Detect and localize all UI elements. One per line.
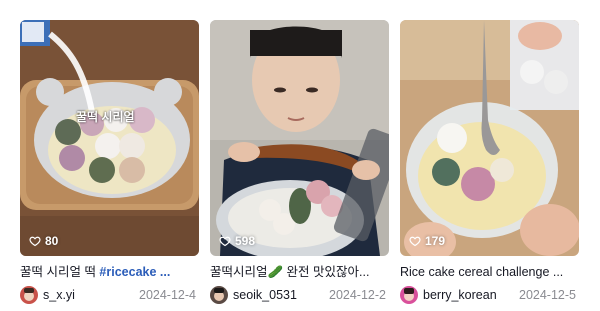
post-date-1: 2024-12-4	[139, 288, 196, 302]
video-thumbnail-1[interactable]: 꿀떡 시리얼 80	[20, 20, 199, 256]
video-caption-1[interactable]: 꿀떡 시리얼 떡 #ricecake ...	[20, 264, 199, 280]
likes-value-3: 179	[425, 234, 446, 248]
avatar-image-2	[210, 286, 228, 304]
heart-outline-icon	[219, 236, 231, 247]
video-meta-2: seoik_0531 2024-12-2	[210, 286, 389, 304]
author-name-2[interactable]: seoik_0531	[233, 288, 297, 302]
video-card-3[interactable]: 179 Rice cake cereal challenge ... berry…	[400, 20, 579, 304]
video-meta-3: berry_korean 2024-12-5	[400, 286, 579, 304]
likes-count-1: 80	[29, 234, 58, 248]
thumbnail-image-2	[210, 20, 389, 256]
heart-outline-icon	[29, 236, 41, 247]
likes-count-3: 179	[409, 234, 445, 248]
thumbnail-image-1	[20, 20, 199, 256]
hashtag-link-1[interactable]: #ricecake ...	[99, 265, 170, 279]
author-name-1[interactable]: s_x.yi	[43, 288, 75, 302]
avatar-image-3	[400, 286, 418, 304]
post-date-3: 2024-12-5	[519, 288, 576, 302]
video-card-2[interactable]: 598 꿀떡시리얼🥒 완전 맛있잖아... seoik_0531 2024-12…	[210, 20, 389, 304]
post-date-2: 2024-12-2	[329, 288, 386, 302]
video-grid: 꿀떡 시리얼 80 꿀떡 시리얼 떡 #ricecake ... s_x.yi …	[20, 20, 579, 304]
video-caption-3[interactable]: Rice cake cereal challenge ...	[400, 264, 579, 280]
video-thumbnail-3[interactable]: 179	[400, 20, 579, 256]
thumbnail-image-3	[400, 20, 579, 256]
author-name-3[interactable]: berry_korean	[423, 288, 497, 302]
avatar-image-1	[20, 286, 38, 304]
avatar-1[interactable]	[20, 286, 38, 304]
thumbnail-overlay-text-1: 꿀떡 시리얼	[76, 110, 135, 124]
avatar-3[interactable]	[400, 286, 418, 304]
likes-value-1: 80	[45, 234, 59, 248]
avatar-2[interactable]	[210, 286, 228, 304]
video-thumbnail-2[interactable]: 598	[210, 20, 389, 256]
video-card-1[interactable]: 꿀떡 시리얼 80 꿀떡 시리얼 떡 #ricecake ... s_x.yi …	[20, 20, 199, 304]
likes-count-2: 598	[219, 234, 255, 248]
likes-value-2: 598	[235, 234, 256, 248]
caption-text-1: 꿀떡 시리얼 떡	[20, 265, 100, 279]
video-meta-1: s_x.yi 2024-12-4	[20, 286, 199, 304]
video-caption-2[interactable]: 꿀떡시리얼🥒 완전 맛있잖아...	[210, 264, 389, 280]
heart-outline-icon	[409, 236, 421, 247]
